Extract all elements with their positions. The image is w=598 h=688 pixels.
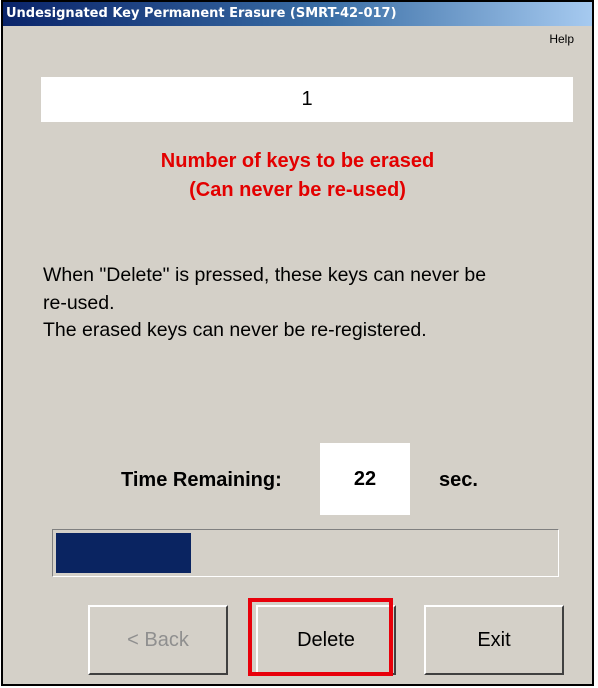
time-unit-label: sec.: [439, 469, 478, 491]
help-menu[interactable]: Help: [549, 32, 574, 46]
erasure-dialog-window: Undesignated Key Permanent Erasure (SMRT…: [1, 0, 594, 686]
exit-button[interactable]: Exit: [424, 605, 564, 675]
time-remaining-display: 22: [320, 443, 410, 515]
warning-line-1: Number of keys to be erased: [160, 150, 435, 172]
instruction-line-3: The erased keys can never be re-register…: [43, 319, 427, 341]
back-button[interactable]: < Back: [88, 605, 228, 675]
time-remaining-value: 22: [353, 467, 377, 490]
time-remaining-label: Time Remaining:: [121, 469, 282, 491]
instruction-line-1: When "Delete" is pressed, these keys can…: [43, 264, 487, 286]
delete-button[interactable]: Delete: [256, 605, 396, 675]
title-bar[interactable]: Undesignated Key Permanent Erasure (SMRT…: [3, 2, 592, 26]
window-title: Undesignated Key Permanent Erasure (SMRT…: [6, 6, 397, 21]
menu-bar: Help: [3, 26, 592, 48]
progress-fill: [56, 533, 191, 573]
warning-line-2: (Can never be re-used): [189, 179, 406, 201]
key-count-display: 1: [41, 77, 573, 122]
instruction-line-2: re-used.: [43, 292, 115, 314]
countdown-progress-bar: [52, 529, 559, 577]
key-count-value: 1: [301, 88, 313, 110]
